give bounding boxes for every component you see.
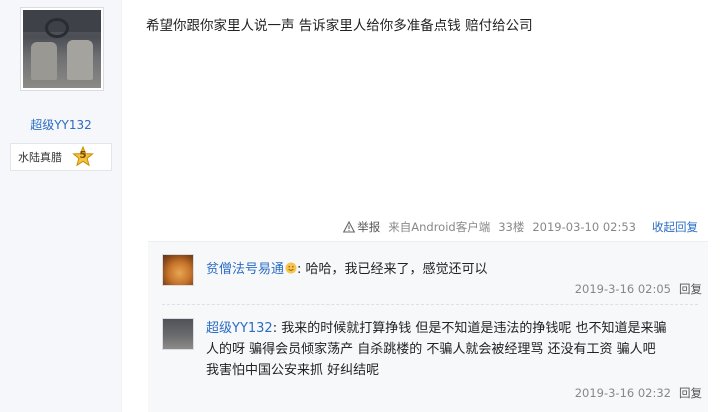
level-name: 水陆真腊 xyxy=(18,151,62,164)
reply-avatar[interactable] xyxy=(162,254,194,286)
reply-username[interactable]: 贫僧法号易通 xyxy=(206,262,284,277)
post-meta-bar: 举报 来自Android客户端 33楼 2019-03-10 02:53 收起回… xyxy=(343,219,698,235)
reply-text: 哈哈，我已经来了，感觉还可以 xyxy=(305,262,488,277)
smile-icon xyxy=(285,262,297,274)
reply-text-line: 我来的时候就打算挣钱 但是不知道是违法的挣钱呢 也不知道是来骗 xyxy=(281,321,667,336)
reply-timestamp: 2019-3-16 02:32 xyxy=(574,386,671,400)
list-item: 超级YY132: 我来的时候就打算挣钱 但是不知道是违法的挣钱呢 也不知道是来骗… xyxy=(162,318,698,388)
level-star-icon: 5 xyxy=(72,145,94,168)
post-source: 来自Android客户端 xyxy=(388,220,491,234)
reply-button[interactable]: 回复 xyxy=(679,282,702,296)
reply-body: 贫僧法号易通: 哈哈，我已经来了，感觉还可以 xyxy=(206,262,488,277)
author-username[interactable]: 超级YY132 xyxy=(0,116,122,133)
reply-text-line: 我害怕中国公安来抓 好纠结呢 xyxy=(206,363,380,378)
author-sidebar: 超级YY132 水陆真腊 5 xyxy=(0,0,122,412)
report-link[interactable]: 举报 xyxy=(357,219,380,235)
reply-timestamp: 2019-3-16 02:05 xyxy=(574,282,671,296)
divider xyxy=(162,304,698,305)
level-number: 5 xyxy=(79,150,87,161)
reply-body: 超级YY132: 我来的时候就打算挣钱 但是不知道是违法的挣钱呢 也不知道是来骗… xyxy=(206,318,690,381)
post-timestamp: 2019-03-10 02:53 xyxy=(532,220,636,234)
reply-avatar[interactable] xyxy=(162,318,194,350)
post-floor: 33楼 xyxy=(498,220,525,234)
warning-icon xyxy=(343,221,356,233)
collapse-replies-link[interactable]: 收起回复 xyxy=(652,219,698,235)
reply-button[interactable]: 回复 xyxy=(679,386,702,400)
post-content: 希望你跟你家里人说一声 告诉家里人给你多准备点钱 赔付给公司 xyxy=(146,18,533,34)
car-interior-image xyxy=(23,10,101,88)
reply-text-line: 人的呀 骗得会员倾家荡产 自杀跳楼的 不骗人就会被经理骂 还没有工资 骗人吧 xyxy=(206,342,656,357)
author-avatar[interactable] xyxy=(20,7,104,91)
reply-meta: 2019-3-16 02:32 回复 xyxy=(575,385,702,401)
reply-list: 贫僧法号易通: 哈哈，我已经来了，感觉还可以 2019-3-16 02:05 回复… xyxy=(148,241,708,412)
author-level-badge: 水陆真腊 5 xyxy=(10,143,112,171)
reply-username[interactable]: 超级YY132 xyxy=(206,321,273,336)
reply-meta: 2019-3-16 02:05 回复 xyxy=(575,281,702,297)
